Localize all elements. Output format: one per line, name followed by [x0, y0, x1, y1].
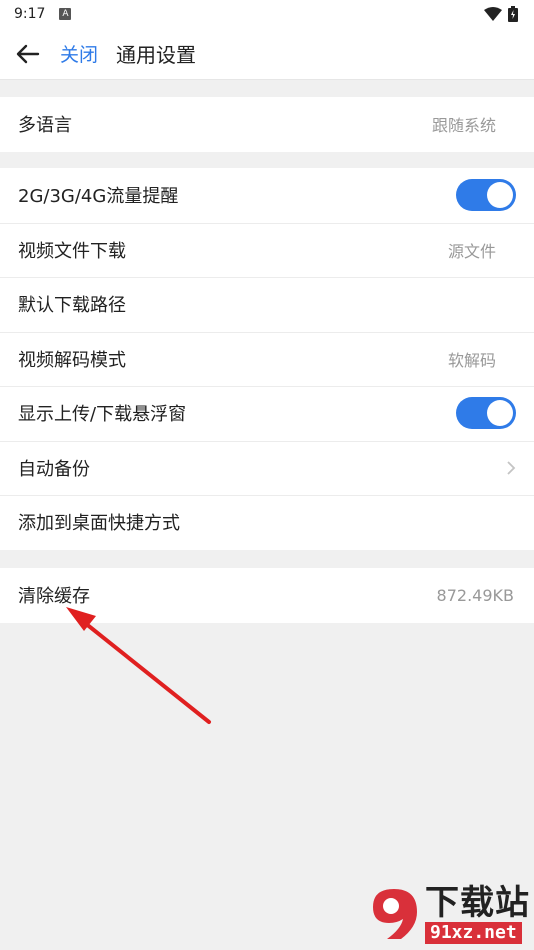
row-label: 视频文件下载 — [18, 240, 126, 262]
back-button[interactable] — [8, 34, 48, 74]
row-language[interactable]: 多语言 跟随系统 — [0, 97, 534, 152]
page-title: 通用设置 — [116, 43, 197, 67]
floating-window-toggle[interactable] — [456, 397, 516, 430]
close-button[interactable]: 关闭 — [60, 40, 98, 67]
row-floating-window[interactable]: 显示上传/下载悬浮窗 — [0, 386, 534, 441]
back-arrow-icon — [16, 44, 40, 63]
status-bar: 9:17 A — [0, 0, 534, 28]
chevron-right-icon — [506, 460, 516, 476]
wifi-icon — [484, 7, 502, 21]
watermark-title: 下载站 — [425, 883, 530, 923]
settings-group-main: 2G/3G/4G流量提醒 视频文件下载 源文件 默认下载路径 视频解码模式 软解… — [0, 168, 534, 550]
row-add-desktop-shortcut[interactable]: 添加到桌面快捷方式 — [0, 495, 534, 550]
toggle-knob — [487, 182, 513, 209]
status-indicators — [484, 6, 518, 22]
row-auto-backup[interactable]: 自动备份 — [0, 440, 534, 496]
row-label: 默认下载路径 — [18, 295, 126, 317]
row-default-download-path[interactable]: 默认下载路径 — [0, 277, 534, 332]
watermark: 下载站 91xz.net — [367, 884, 530, 944]
row-label: 视频解码模式 — [18, 349, 126, 371]
top-app-bar: 关闭 通用设置 — [0, 28, 534, 80]
row-video-decode-mode[interactable]: 视频解码模式 软解码 — [0, 331, 534, 387]
row-clear-cache[interactable]: 清除缓存 872.49KB — [0, 568, 534, 623]
row-value: 跟随系统 — [431, 116, 496, 136]
row-data-usage-reminder[interactable]: 2G/3G/4G流量提醒 — [0, 168, 534, 223]
row-value: 源文件 — [447, 241, 496, 261]
toggle-knob — [487, 400, 513, 427]
notification-a-icon: A — [59, 8, 72, 20]
data-reminder-toggle[interactable] — [456, 179, 516, 212]
battery-icon — [508, 6, 518, 22]
row-label: 添加到桌面快捷方式 — [18, 513, 180, 535]
row-label: 2G/3G/4G流量提醒 — [18, 186, 179, 208]
row-label: 清除缓存 — [18, 586, 90, 608]
row-label: 多语言 — [18, 115, 72, 137]
row-value: 软解码 — [447, 350, 496, 370]
settings-group-cache: 清除缓存 872.49KB — [0, 568, 534, 623]
watermark-logo-icon — [373, 889, 417, 939]
row-label: 自动备份 — [18, 458, 90, 480]
cache-size-value: 872.49KB — [436, 585, 514, 605]
watermark-url: 91xz.net — [425, 922, 522, 944]
status-time: 9:17 — [14, 6, 46, 22]
settings-group-language: 多语言 跟随系统 — [0, 97, 534, 152]
row-video-file-download[interactable]: 视频文件下载 源文件 — [0, 222, 534, 278]
row-label: 显示上传/下载悬浮窗 — [18, 404, 187, 426]
